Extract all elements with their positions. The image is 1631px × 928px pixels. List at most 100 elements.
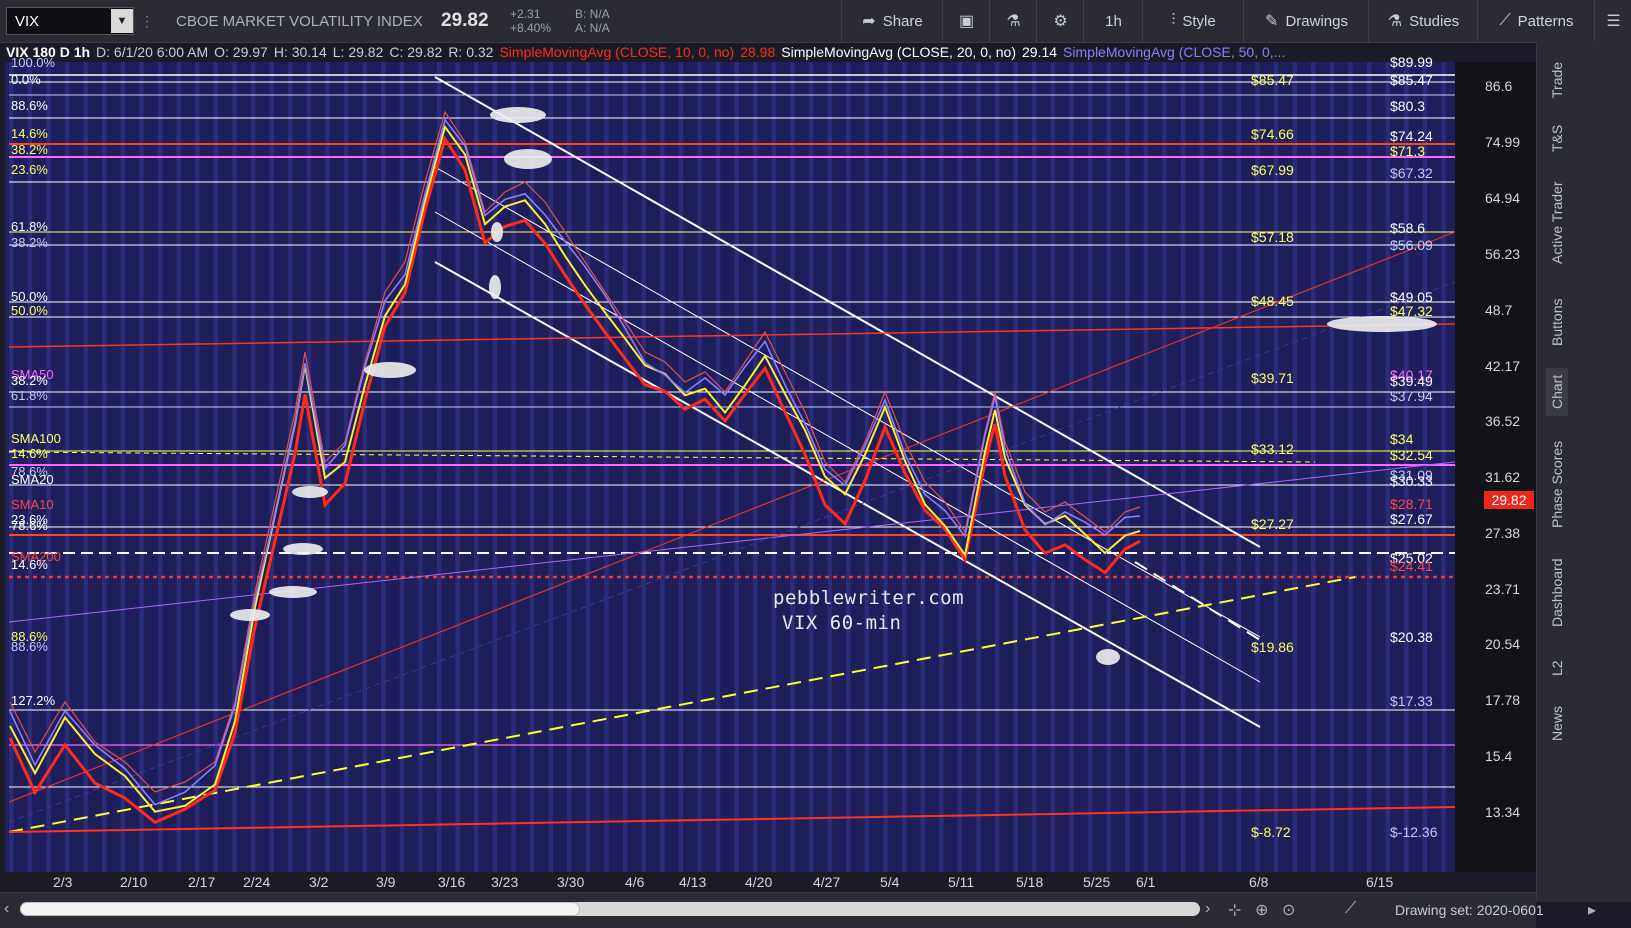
price-chart[interactable]: [5, 62, 1455, 872]
day-stripe: [157, 62, 163, 872]
drawings-button[interactable]: ✎ Drawings: [1243, 0, 1369, 42]
day-stripe: [753, 62, 758, 872]
left-level-label: 127.2%: [11, 693, 56, 708]
legend-high: H: 30.14: [273, 44, 327, 60]
sidebar-tab-dashboard[interactable]: Dashboard: [1546, 554, 1568, 632]
date-axis-label: 2/24: [243, 874, 271, 890]
sidebar-tab-trade[interactable]: Trade: [1546, 60, 1568, 100]
symbol-selector[interactable]: VIX ▼: [6, 7, 134, 35]
day-stripe: [585, 62, 591, 872]
sidebar-tab-phase-scores[interactable]: Phase Scores: [1546, 438, 1568, 530]
day-stripe: [1125, 62, 1130, 872]
ask: A: N/A: [575, 21, 610, 35]
patterns-button[interactable]: ⟋ Patterns: [1477, 0, 1595, 42]
legend-low: L: 29.82: [332, 44, 384, 60]
compare-icon: ▣: [958, 13, 975, 30]
legend-sma10[interactable]: SimpleMovingAvg (CLOSE, 10, 0, no): [499, 44, 734, 60]
date-axis-label: 3/16: [438, 874, 466, 890]
link-icon[interactable]: ⋮: [140, 0, 154, 42]
legend-open: O: 29.97: [214, 44, 268, 60]
scroll-right-icon[interactable]: ›: [1205, 900, 1210, 918]
day-stripe: [1069, 62, 1074, 872]
price-axis-label: 20.54: [1485, 636, 1521, 652]
sidebar-tab-news[interactable]: News: [1546, 704, 1568, 742]
day-stripe: [790, 62, 795, 872]
pattern-marker: [490, 107, 546, 123]
day-stripe: [1199, 62, 1204, 872]
drawing-tool-icon[interactable]: ⟋: [1345, 900, 1356, 918]
pattern-marker: [504, 149, 552, 169]
right-level-label: $67.32: [1390, 165, 1433, 181]
left-level-label: 14.6%: [11, 557, 48, 572]
date-axis-label: 2/17: [188, 874, 216, 890]
day-stripe: [120, 62, 126, 872]
zoom-icon[interactable]: ⊙: [1282, 900, 1295, 920]
right-level-label: $20.38: [1390, 629, 1433, 645]
interval-button[interactable]: 1h: [1083, 0, 1143, 42]
style-button[interactable]: ⫶ Style: [1142, 0, 1244, 42]
day-stripe: [362, 62, 367, 872]
sidebar-tab-chart[interactable]: Chart: [1546, 368, 1568, 416]
date-axis-label: 5/18: [1016, 874, 1044, 890]
studies-flask-button[interactable]: ⚗: [989, 0, 1037, 42]
symbol-input[interactable]: VIX: [7, 13, 111, 30]
left-level-label: 61.8%: [11, 219, 48, 234]
left-level-label: 38.2%: [11, 373, 48, 388]
date-axis-label: 4/27: [813, 874, 841, 890]
left-level-label: 14.6%: [11, 446, 48, 461]
left-level-label: 38.2%: [11, 142, 48, 157]
sidebar-tab-l2[interactable]: L2: [1546, 655, 1568, 682]
day-stripe: [1255, 62, 1260, 872]
legend-sma20-value: 29.14: [1022, 44, 1058, 60]
pattern-marker: [1096, 649, 1120, 665]
scrollbar-thumb[interactable]: [20, 902, 580, 916]
right-level-label: $30.33: [1390, 473, 1433, 489]
chart-legend: VIX 180 D 1h D: 6/1/20 6:00 AM O: 29.97 …: [6, 42, 1291, 62]
menu-button[interactable]: ☰: [1594, 0, 1631, 42]
interval-label: 1h: [1105, 12, 1122, 30]
day-stripe: [678, 62, 684, 872]
legend-sma50[interactable]: SimpleMovingAvg (CLOSE, 50, 0,...: [1063, 44, 1285, 60]
drawings-label: Drawings: [1285, 12, 1348, 30]
drawing-set-label[interactable]: Drawing set: 2020-0601: [1395, 902, 1544, 918]
day-stripe: [1218, 62, 1223, 872]
sidebar-tab-t-s[interactable]: T&S: [1546, 122, 1568, 155]
day-stripe: [1087, 62, 1093, 872]
day-stripe: [269, 62, 274, 872]
share-icon: ➦: [862, 13, 876, 30]
studies-button[interactable]: ⚗ Studies: [1368, 0, 1478, 42]
day-stripe: [1441, 62, 1446, 872]
day-stripe: [920, 62, 925, 872]
right-level-label: $85.47: [1390, 72, 1433, 88]
left-level-label: 61.8%: [11, 388, 48, 403]
compare-button[interactable]: ▣: [942, 0, 990, 42]
mid-level-label: $48.45: [1251, 293, 1294, 309]
sidebar-tab-buttons[interactable]: Buttons: [1546, 295, 1568, 350]
day-stripe: [455, 62, 460, 872]
bid-ask: B: N/A A: N/A: [575, 0, 610, 42]
expand-icon[interactable]: ▸: [1588, 900, 1596, 920]
day-stripe: [846, 62, 851, 872]
price-axis-label: 74.99: [1485, 134, 1521, 150]
date-axis-label: 5/25: [1083, 874, 1111, 890]
price-axis-label: 48.7: [1485, 302, 1513, 318]
watermark-line1: pebblewriter.com: [773, 587, 965, 609]
chevron-down-icon[interactable]: ▼: [111, 9, 133, 33]
day-stripe: [1311, 62, 1316, 872]
day-stripe: [232, 62, 237, 872]
legend-sma20[interactable]: SimpleMovingAvg (CLOSE, 20, 0, no): [781, 44, 1016, 60]
day-stripe: [641, 62, 646, 872]
settings-button[interactable]: ⚙: [1036, 0, 1084, 42]
crosshair-icon[interactable]: ⊕: [1255, 900, 1268, 920]
day-stripe: [529, 62, 535, 872]
price-axis-label: 17.78: [1485, 692, 1521, 708]
sidebar-tab-active-trader[interactable]: Active Trader: [1546, 176, 1568, 270]
scroll-left-icon[interactable]: ‹: [4, 900, 9, 918]
day-stripe: [715, 62, 721, 872]
share-button[interactable]: ➦ Share: [841, 0, 943, 42]
price-axis-label: 56.23: [1485, 246, 1521, 262]
day-stripe: [1180, 62, 1186, 872]
pan-icon[interactable]: ⊹: [1228, 900, 1241, 920]
chart-canvas[interactable]: [5, 62, 1455, 872]
date-axis-label: 2/3: [53, 874, 73, 890]
